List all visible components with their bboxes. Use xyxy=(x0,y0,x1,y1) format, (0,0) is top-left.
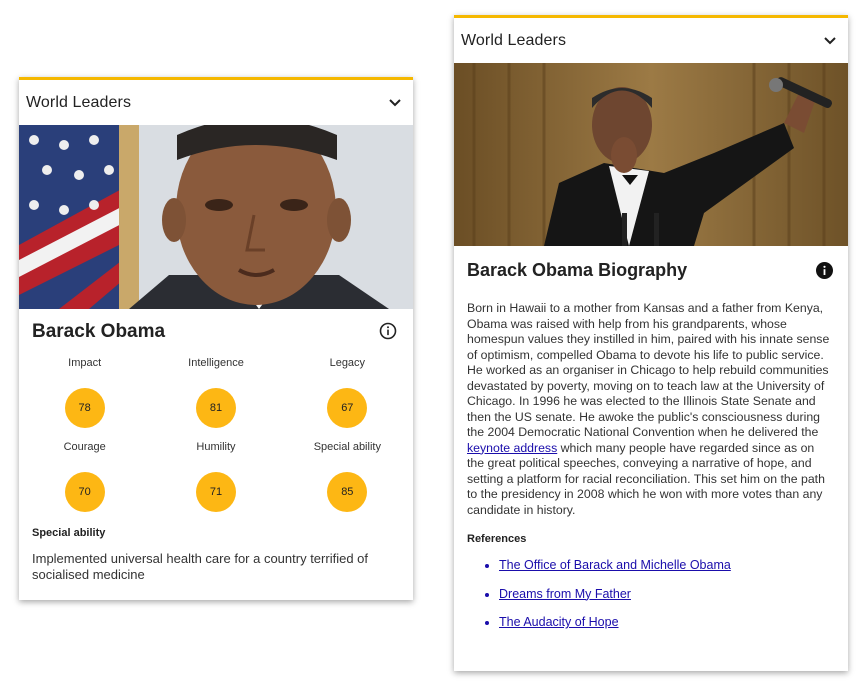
card-header[interactable]: World Leaders xyxy=(454,18,848,63)
leader-name: Barack Obama xyxy=(32,321,166,342)
stat-label: Intelligence xyxy=(188,357,244,369)
chevron-down-icon[interactable] xyxy=(822,33,838,49)
stat-value-badge: 67 xyxy=(327,388,368,428)
stat-label: Special ability xyxy=(313,441,381,453)
special-ability-text: Implemented universal health care for a … xyxy=(32,551,369,582)
stats-grid: Impact 78 Intelligence 81 Legacy 67 Cour… xyxy=(19,357,413,523)
stat-special-ability: Special ability 85 xyxy=(282,441,413,523)
references-list: The Office of Barack and Michelle Obama … xyxy=(454,557,848,630)
leader-biography-card: World Leaders Barack Obama Biography Bor… xyxy=(454,15,848,671)
stat-label: Impact xyxy=(68,357,102,369)
reference-link-office[interactable]: The Office of Barack and Michelle Obama xyxy=(499,558,731,572)
list-item: Dreams from My Father xyxy=(499,586,848,602)
reference-link-audacity[interactable]: The Audacity of Hope xyxy=(499,615,619,629)
stat-impact: Impact 78 xyxy=(19,357,150,439)
stat-label: Humility xyxy=(196,441,236,453)
chevron-down-icon[interactable] xyxy=(387,95,403,111)
reference-link-dreams[interactable]: Dreams from My Father xyxy=(499,587,631,601)
list-item: The Office of Barack and Michelle Obama xyxy=(499,557,848,573)
leader-speech-photo xyxy=(454,63,848,246)
stat-courage: Courage 70 xyxy=(19,441,150,523)
leader-stats-card: World Leaders Barack Obama Impact 78 Int… xyxy=(19,77,413,600)
card-header-title: World Leaders xyxy=(26,93,132,111)
special-ability-title: Special ability xyxy=(32,527,106,539)
stat-legacy: Legacy 67 xyxy=(282,357,413,439)
biography-text-part: Born in Hawaii to a mother from Kansas a… xyxy=(467,301,830,439)
card-header[interactable]: World Leaders xyxy=(19,80,413,125)
stat-label: Courage xyxy=(63,441,106,453)
keynote-address-link[interactable]: keynote address xyxy=(467,441,557,455)
info-filled-icon[interactable] xyxy=(816,262,833,279)
list-item: The Audacity of Hope xyxy=(499,614,848,630)
biography-text: Born in Hawaii to a mother from Kansas a… xyxy=(454,301,848,518)
biography-title: Barack Obama Biography xyxy=(467,260,688,280)
stat-label: Legacy xyxy=(329,357,366,369)
references-title: References xyxy=(467,533,527,545)
info-outline-icon[interactable] xyxy=(379,322,399,342)
stat-intelligence: Intelligence 81 xyxy=(150,357,281,439)
stat-humility: Humility 71 xyxy=(150,441,281,523)
stat-value-badge: 81 xyxy=(195,388,236,428)
stat-value-badge: 78 xyxy=(64,388,105,428)
leader-portrait-image xyxy=(19,125,413,309)
stat-value-badge: 71 xyxy=(195,472,236,512)
stat-value-badge: 85 xyxy=(327,472,368,512)
card-header-title: World Leaders xyxy=(461,31,567,49)
stat-value-badge: 70 xyxy=(64,472,105,512)
